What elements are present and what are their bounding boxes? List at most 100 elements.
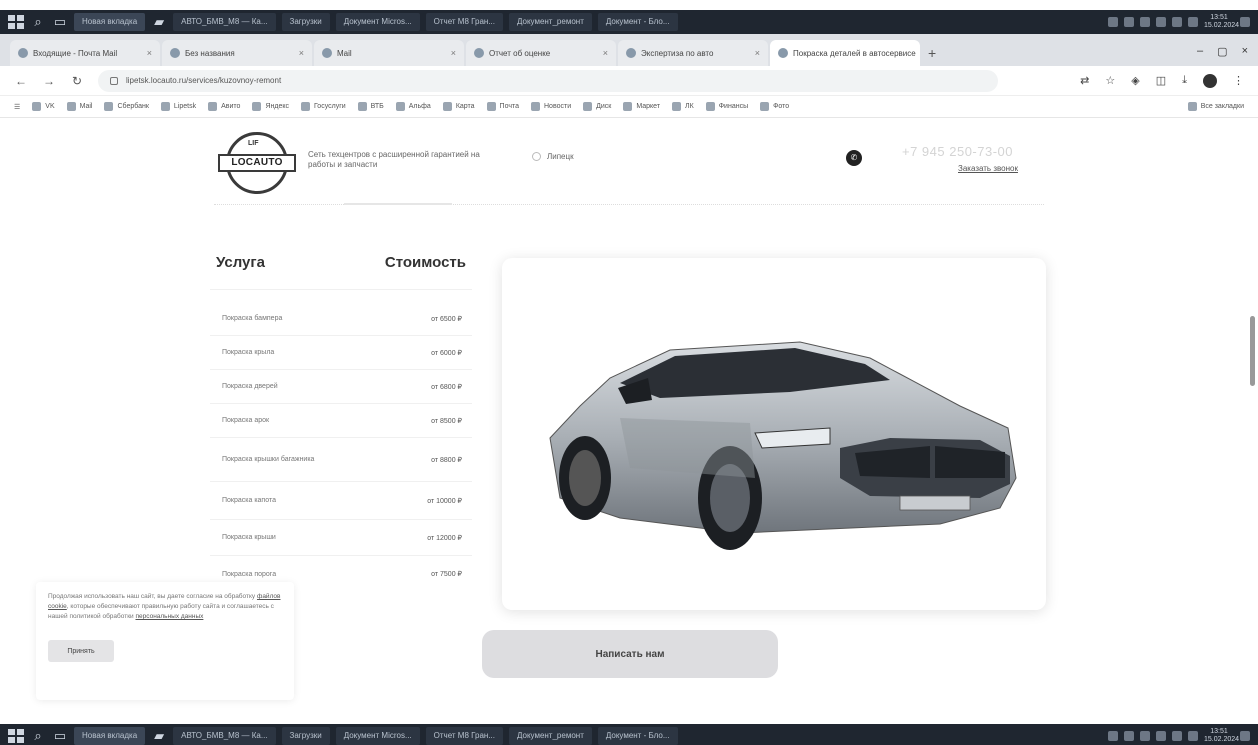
- tray-icon[interactable]: [1108, 17, 1118, 27]
- city-label: Липецк: [547, 152, 574, 161]
- menu-icon[interactable]: ⋮: [1233, 74, 1244, 87]
- tray-icon[interactable]: [1140, 731, 1150, 741]
- cookie-accept-button[interactable]: Принять: [48, 640, 114, 662]
- close-icon[interactable]: ×: [603, 48, 608, 58]
- taskbar-app[interactable]: Загрузки: [281, 13, 330, 31]
- bookmark-item[interactable]: Почта: [486, 102, 519, 111]
- tray-icon[interactable]: [1140, 17, 1150, 27]
- taskbar-app[interactable]: Отчет М8 Гран...: [425, 13, 503, 31]
- extensions-icon[interactable]: ◈: [1131, 74, 1139, 87]
- taskbar-app[interactable]: Документ - Бло...: [597, 13, 678, 31]
- file-explorer-icon[interactable]: ▰: [151, 14, 167, 30]
- tray-icon[interactable]: [1124, 731, 1134, 741]
- browser-tab[interactable]: Без названия ×: [162, 40, 312, 66]
- bookmark-item[interactable]: Lipetsk: [160, 102, 196, 111]
- translate-icon[interactable]: ⇄: [1080, 74, 1089, 87]
- bookmark-item[interactable]: Яндекс: [252, 102, 289, 111]
- taskbar-app[interactable]: Загрузки: [281, 727, 330, 745]
- reload-icon[interactable]: ↻: [70, 74, 84, 88]
- volume-icon[interactable]: [1188, 731, 1198, 741]
- close-icon[interactable]: ×: [451, 48, 456, 58]
- bookmark-item[interactable]: Фото: [760, 102, 789, 111]
- tray-icon[interactable]: [1156, 731, 1166, 741]
- cookie-notice: Продолжая использовать наш сайт, вы дает…: [36, 582, 294, 700]
- bookmark-item[interactable]: VK: [32, 102, 55, 111]
- browser-tab[interactable]: Отчет об оценке ×: [466, 40, 616, 66]
- search-icon[interactable]: ⌕: [30, 728, 46, 744]
- write-us-button[interactable]: Написать нам: [482, 630, 778, 678]
- clock[interactable]: 13:51 15.02.2024: [1204, 14, 1239, 30]
- download-icon[interactable]: ⤓: [1182, 74, 1187, 87]
- taskbar-app[interactable]: Документ_ремонт: [508, 13, 592, 31]
- tray-icon[interactable]: [1156, 17, 1166, 27]
- bookmark-star-icon[interactable]: ☆: [1105, 74, 1115, 87]
- city-selector[interactable]: Липецк: [532, 152, 574, 161]
- taskbar-app[interactable]: Документ Micros...: [335, 13, 420, 31]
- bookmark-item[interactable]: Карта: [442, 102, 475, 111]
- bookmark-item[interactable]: Mail: [66, 102, 92, 111]
- windows-start-icon[interactable]: [8, 15, 24, 29]
- wifi-icon[interactable]: [1172, 731, 1182, 741]
- page-scrollbar[interactable]: [1250, 316, 1255, 386]
- clock[interactable]: 13:51 15.02.2024: [1204, 728, 1239, 744]
- tray-icon[interactable]: [1108, 731, 1118, 741]
- task-view-icon[interactable]: ▭: [52, 728, 68, 744]
- bookmark-item[interactable]: Сбербанк: [104, 102, 149, 111]
- site-logo[interactable]: LIF LOCAUTO: [218, 132, 296, 194]
- volume-icon[interactable]: [1188, 17, 1198, 27]
- browser-tab[interactable]: Экспертиза по авто ×: [618, 40, 768, 66]
- phone-number[interactable]: +7 945 250-73-00: [902, 144, 1013, 159]
- messenger-icon[interactable]: ✆: [846, 150, 862, 166]
- maximize-icon[interactable]: ▢: [1217, 45, 1227, 58]
- task-view-icon[interactable]: ▭: [52, 14, 68, 30]
- taskbar-app[interactable]: Новая вкладка: [74, 13, 146, 31]
- taskbar-app[interactable]: АВТО_БМВ_М8 — Ка...: [173, 727, 276, 745]
- browser-tab[interactable]: Входящие - Почта Mail ×: [10, 40, 160, 66]
- bookmark-item[interactable]: Финансы: [705, 102, 748, 111]
- forward-icon[interactable]: →: [42, 74, 56, 88]
- address-bar[interactable]: lipetsk.locauto.ru/services/kuzovnoy-rem…: [98, 69, 998, 92]
- url-text: lipetsk.locauto.ru/services/kuzovnoy-rem…: [126, 76, 282, 85]
- sidebar-icon[interactable]: ◫: [1156, 74, 1166, 87]
- bookmark-item[interactable]: ЛК: [672, 102, 694, 111]
- taskbar-app[interactable]: Документ_ремонт: [508, 727, 592, 745]
- tray-icon[interactable]: [1124, 17, 1134, 27]
- wifi-icon[interactable]: [1172, 17, 1182, 27]
- browser-tab-active[interactable]: Покраска деталей в автосервисе×: [770, 40, 920, 66]
- close-icon[interactable]: ×: [755, 48, 760, 58]
- bookmark-item[interactable]: ВТБ: [357, 102, 384, 111]
- profile-avatar[interactable]: [1203, 73, 1217, 88]
- taskbar-app[interactable]: Отчет М8 Гран...: [425, 727, 503, 745]
- bookmark-item[interactable]: Авито: [208, 102, 240, 111]
- browser-tab[interactable]: Mail ×: [314, 40, 464, 66]
- taskbar-app[interactable]: АВТО_БМВ_М8 — Ка...: [173, 13, 276, 31]
- taskbar-app[interactable]: Документ Micros...: [335, 727, 420, 745]
- system-tray: 13:51 15.02.2024: [1108, 14, 1250, 30]
- taskbar-app[interactable]: Новая вкладка: [74, 727, 146, 745]
- notifications-icon[interactable]: [1240, 17, 1250, 27]
- search-icon[interactable]: ⌕: [30, 14, 46, 30]
- close-window-icon[interactable]: ×: [1242, 45, 1248, 58]
- taskbar-app[interactable]: Документ - Бло...: [597, 727, 678, 745]
- new-tab-button[interactable]: +: [922, 45, 942, 66]
- close-icon[interactable]: ×: [147, 48, 152, 58]
- price-row: Покраска крыла от 6000 ₽: [210, 336, 472, 370]
- notifications-icon[interactable]: [1240, 731, 1250, 741]
- os-taskbar-top: ⌕ ▭ Новая вкладка ▰ АВТО_БМВ_М8 — Ка... …: [0, 10, 1258, 34]
- close-icon[interactable]: ×: [299, 48, 304, 58]
- bookmark-item[interactable]: Новости: [531, 102, 571, 111]
- windows-start-icon[interactable]: [8, 729, 24, 743]
- bookmark-item[interactable]: Госуслуги: [300, 102, 346, 111]
- lock-icon[interactable]: [110, 76, 118, 85]
- apps-icon[interactable]: ☰: [14, 103, 20, 111]
- all-bookmarks[interactable]: Все закладки: [1187, 102, 1244, 111]
- minimize-icon[interactable]: –: [1197, 45, 1203, 58]
- bookmark-item[interactable]: Альфа: [395, 102, 431, 111]
- browser-toolbar: ← → ↻ lipetsk.locauto.ru/services/kuzovn…: [0, 66, 1258, 96]
- privacy-policy-link[interactable]: персональных данных: [136, 613, 204, 620]
- back-icon[interactable]: ←: [14, 74, 28, 88]
- file-explorer-icon[interactable]: ▰: [151, 728, 167, 744]
- bookmark-item[interactable]: Маркет: [623, 102, 660, 111]
- bookmark-item[interactable]: Диск: [583, 102, 611, 111]
- callback-link[interactable]: Заказать звонок: [958, 164, 1018, 173]
